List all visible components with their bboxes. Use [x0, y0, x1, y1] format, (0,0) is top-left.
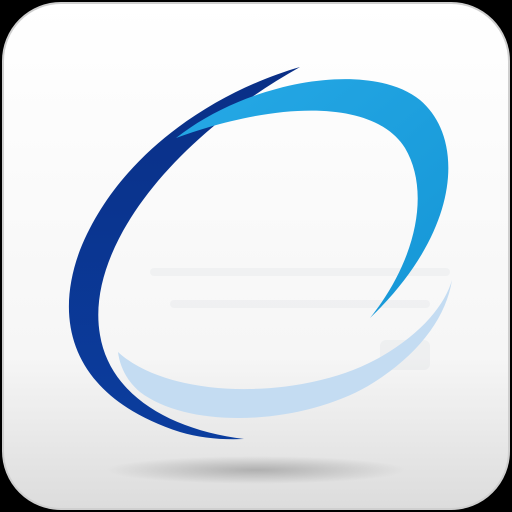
screenshot-stage	[0, 0, 512, 512]
icon-shadow	[106, 456, 406, 484]
app-icon[interactable]	[0, 0, 512, 512]
app-icon-graphic	[2, 2, 510, 510]
